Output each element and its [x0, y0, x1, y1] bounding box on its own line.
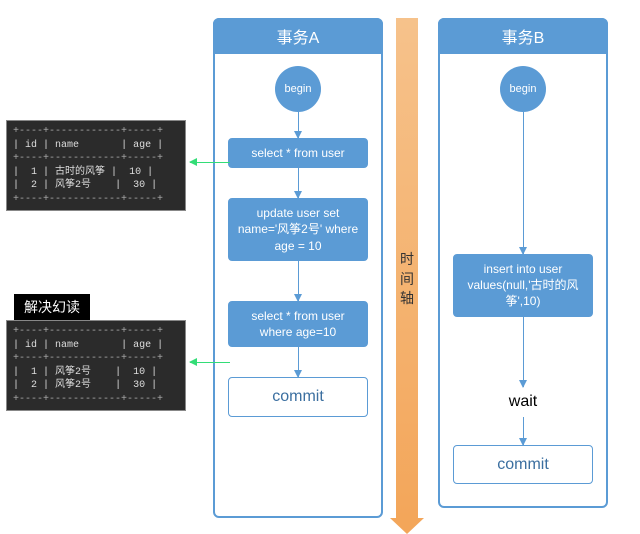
txa-step-select-all: select * from user: [228, 138, 368, 168]
result-table-2: +----+------------+-----+ | id | name | …: [6, 320, 186, 411]
arrow-down-icon: [523, 417, 524, 445]
table-border: +----+------------+-----+: [13, 152, 179, 166]
arrow-down-icon: [298, 112, 299, 138]
result-table-1: +----+------------+-----+ | id | name | …: [6, 120, 186, 211]
cell: 1: [31, 367, 37, 378]
table-border: +----+------------+-----+: [13, 352, 179, 366]
cell: 10: [133, 367, 145, 378]
table-row: | 2 | 风筝2号 | 30 |: [13, 379, 179, 393]
table-row: | 1 | 古时的风筝 | 10 |: [13, 166, 179, 180]
table-row: | 2 | 风筝2号 | 30 |: [13, 179, 179, 193]
cell: 30: [133, 380, 145, 391]
arrow-down-icon: [523, 112, 524, 254]
col-age: age: [133, 140, 151, 151]
cell: 古时的风筝: [55, 167, 105, 178]
txb-step-insert: insert into user values(null,'古时的风筝',10): [453, 254, 593, 317]
time-axis-label: 时 时间轴: [399, 250, 415, 309]
arrow-left-icon: [190, 162, 230, 163]
txa-step-select-where: select * from user where age=10: [228, 301, 368, 347]
transaction-b-title: 事务B: [438, 18, 608, 54]
transaction-a-column: 事务A begin select * from user update user…: [213, 18, 383, 518]
table-border: +----+------------+-----+: [13, 125, 179, 139]
cell: 1: [31, 167, 37, 178]
table-border: +----+------------+-----+: [13, 325, 179, 339]
col-id: id: [25, 140, 37, 151]
txa-step-update: update user set name='风筝2号' where age = …: [228, 198, 368, 261]
transaction-a-title: 事务A: [213, 18, 383, 54]
txb-commit-box: commit: [453, 445, 593, 485]
arrow-down-icon: [523, 317, 524, 387]
table-header-row: | id | name | age |: [13, 339, 179, 353]
col-id: id: [25, 340, 37, 351]
cell: 风筝2号: [55, 380, 91, 391]
table-border: +----+------------+-----+: [13, 193, 179, 207]
table2-title: 解决幻读: [14, 294, 90, 320]
col-age: age: [133, 340, 151, 351]
cell: 30: [133, 180, 145, 191]
arrow-down-icon: [298, 261, 299, 301]
cell: 风筝2号: [55, 367, 91, 378]
transaction-b-column: 事务B begin insert into user values(null,'…: [438, 18, 608, 508]
txb-wait-label: wait: [440, 393, 606, 411]
txb-begin-node: begin: [500, 66, 546, 112]
col-name: name: [55, 140, 79, 151]
time-axis-text: 时间轴: [400, 251, 414, 306]
cell: 风筝2号: [55, 180, 91, 191]
table-border: +----+------------+-----+: [13, 393, 179, 407]
arrow-down-icon: [298, 168, 299, 198]
txa-begin-node: begin: [275, 66, 321, 112]
col-name: name: [55, 340, 79, 351]
cell: 2: [31, 380, 37, 391]
table-row: | 1 | 风筝2号 | 10 |: [13, 366, 179, 380]
arrow-left-icon: [190, 362, 230, 363]
cell: 10: [129, 167, 141, 178]
cell: 2: [31, 180, 37, 191]
txa-commit-box: commit: [228, 377, 368, 417]
arrow-down-icon: [298, 347, 299, 377]
table-header-row: | id | name | age |: [13, 139, 179, 153]
